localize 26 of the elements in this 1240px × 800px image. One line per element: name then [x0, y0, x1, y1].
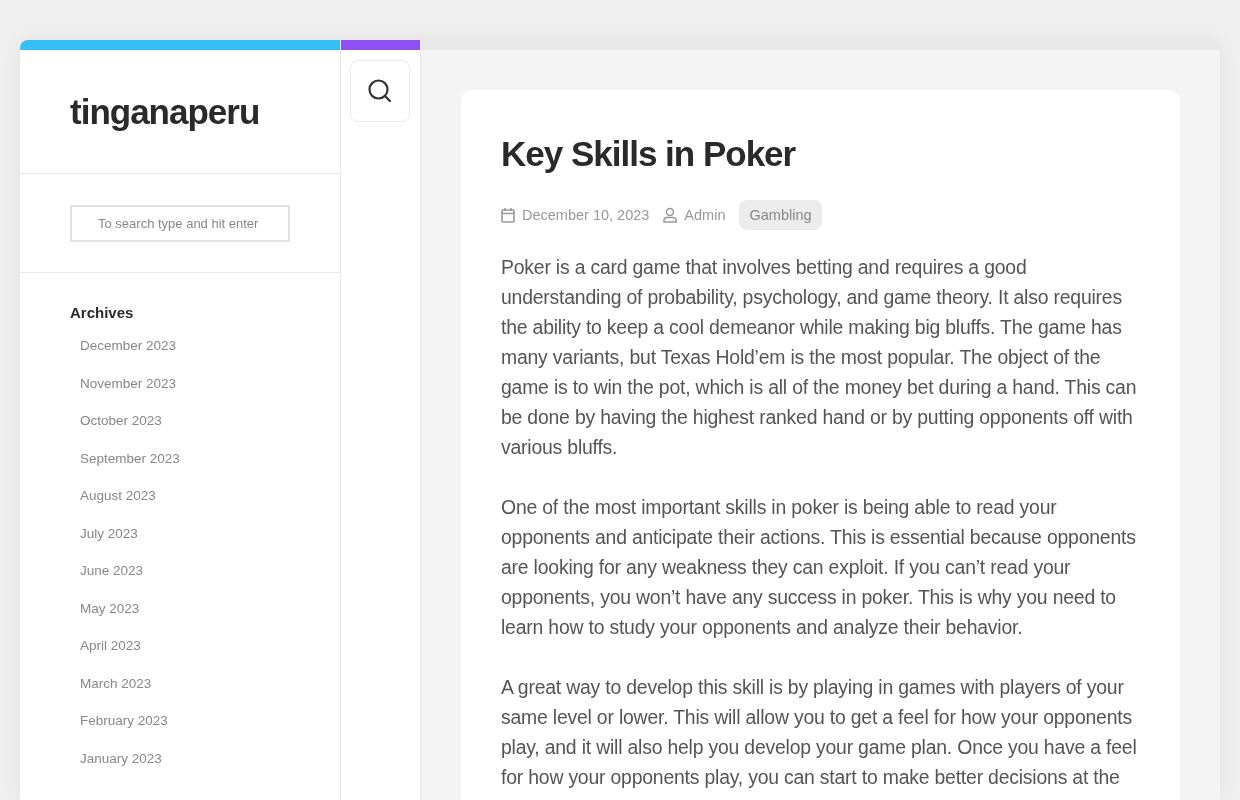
archive-link[interactable]: February 2023 [70, 710, 290, 748]
archive-link[interactable]: August 2023 [70, 485, 290, 523]
archive-link[interactable]: June 2023 [70, 560, 290, 598]
post-title: Key Skills in Poker [501, 133, 797, 175]
search-icon [367, 78, 393, 104]
search-field[interactable]: To search type and hit enter [70, 204, 290, 242]
archive-link[interactable]: December 2023 [70, 335, 290, 373]
post-date[interactable]: December 10, 2023 [522, 207, 650, 223]
archives-heading: Archives [70, 304, 135, 321]
archive-link[interactable]: July 2023 [70, 522, 290, 560]
user-icon [663, 207, 678, 223]
search-button[interactable] [350, 60, 410, 122]
post-author[interactable]: Admin [684, 207, 726, 223]
archive-link[interactable]: May 2023 [70, 597, 290, 635]
archive-link[interactable]: November 2023 [70, 372, 290, 410]
archive-link[interactable]: April 2023 [70, 635, 290, 673]
post-paragraph: A great way to develop this skill is by playing in games with players of your same level or lower. This will allow you to get a feel for how your opponents play, and it will also help you develop your game plan. Once you have a feel for how your opponents play, you can start to make better decisions at the [501, 675, 1138, 790]
post-paragraph: One of the most important skills in poker is being able to read your opponents and anticipate their actions. This is essential because opponents are looking for any weakness they can exploit. If you can’t read your opponents, you won’t have any success in poker. This is why you need to learn how to study your opponents and analyze their behavior. [501, 495, 1137, 640]
site-title[interactable]: tinganaperu [70, 91, 260, 132]
archive-link[interactable]: January 2023 [70, 747, 290, 785]
post-paragraph: Poker is a card game that involves betting and requires a good understanding of probability, psychology, and game theory. It also requires the ability to keep a cool demeanor while making big bluffs. The game has many variants, but Texas Hold’em is the most popular. The object of the game is to win the pot, which is all of the money bet during a hand. This can be done by having the highest ranked hand or by putting opponents off with various bluffs. [501, 255, 1138, 460]
archive-link[interactable]: October 2023 [70, 410, 290, 448]
category-tag[interactable]: Gambling [739, 200, 822, 230]
archive-link[interactable]: September 2023 [70, 447, 290, 485]
calendar-icon [501, 207, 515, 223]
archive-link[interactable]: March 2023 [70, 672, 290, 710]
